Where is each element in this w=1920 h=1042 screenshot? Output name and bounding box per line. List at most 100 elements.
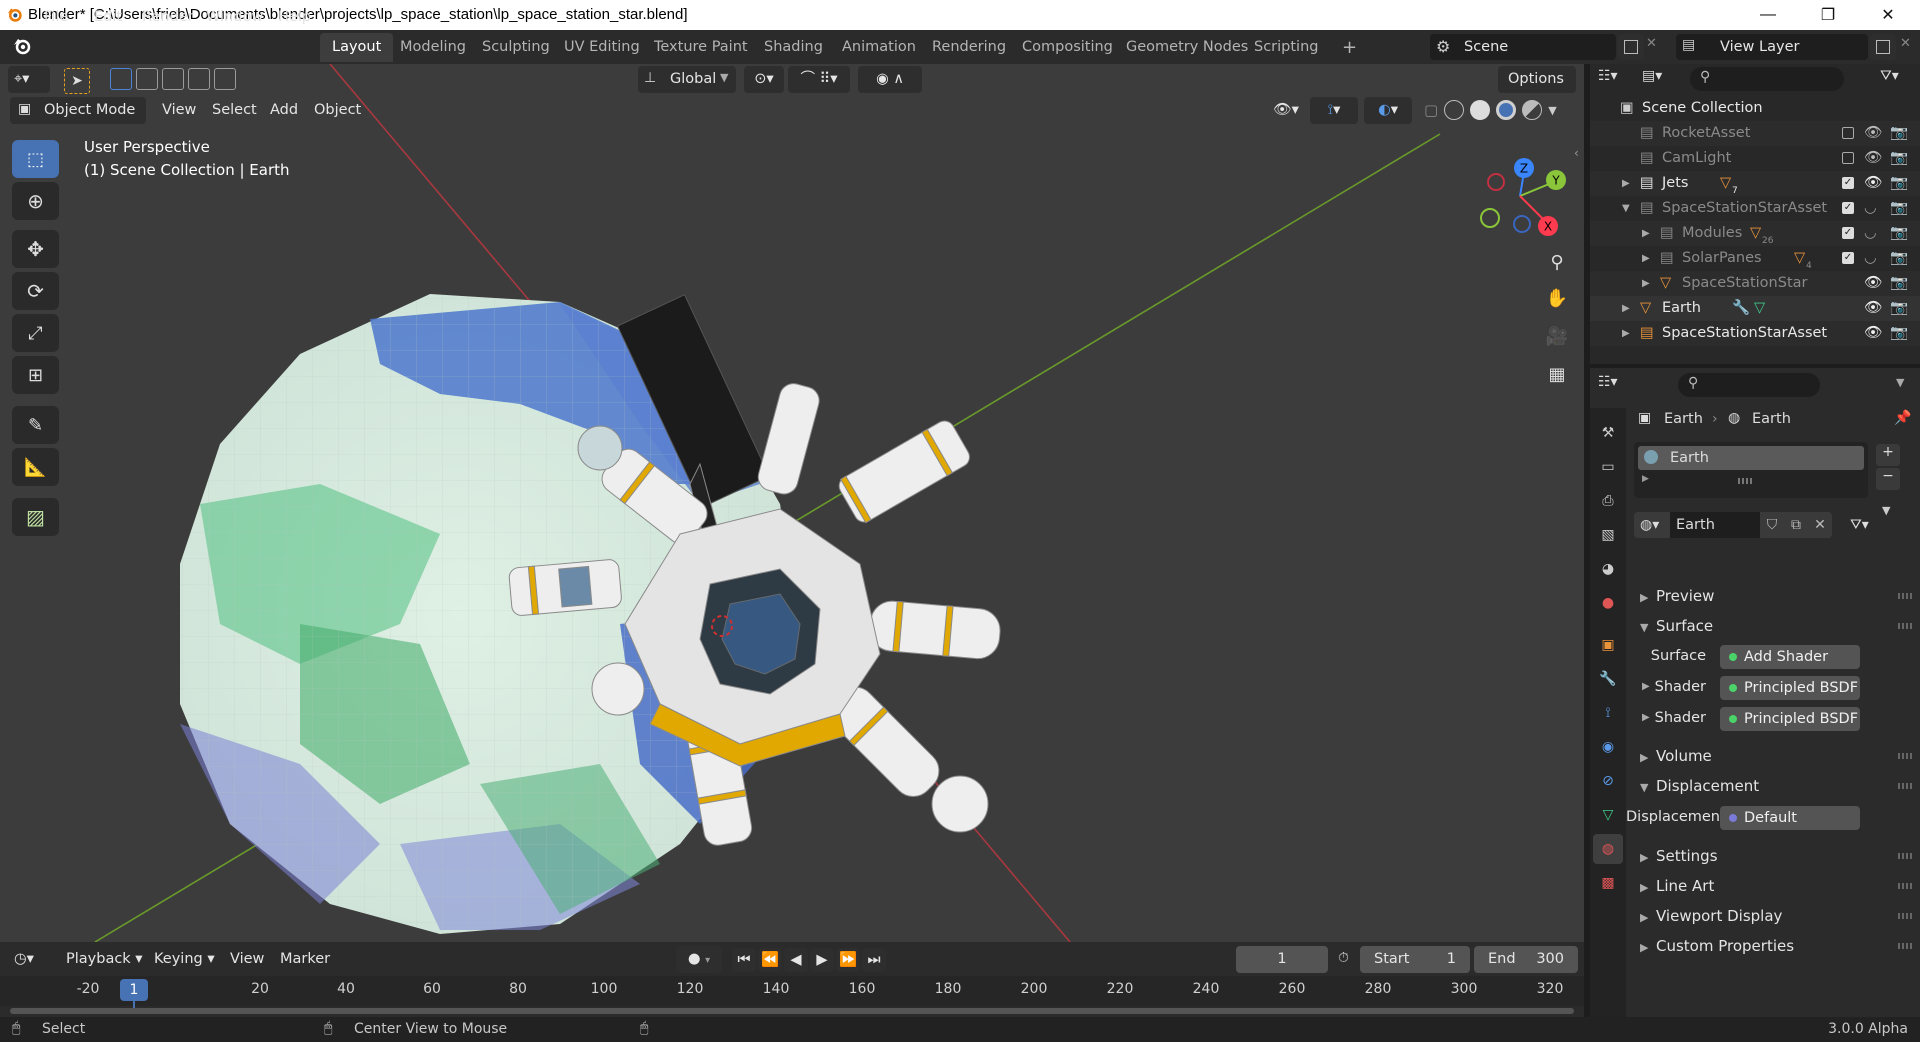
new-view-layer-button[interactable] — [1870, 34, 1896, 60]
end-frame-field[interactable]: End 300 — [1474, 946, 1578, 973]
sidebar-toggle-icon[interactable]: ‹ — [1574, 146, 1579, 160]
outliner-search-input[interactable]: ⚲ — [1690, 67, 1844, 91]
tab-uv-editing[interactable]: UV Editing — [552, 33, 652, 62]
fake-user-icon[interactable]: ⛉ — [1760, 512, 1784, 538]
timeline-menu-marker[interactable]: Marker — [280, 946, 330, 973]
selection-mode-group[interactable] — [110, 68, 236, 90]
zoom-button[interactable]: ⚲ — [1539, 244, 1575, 280]
timeline-scrollbar[interactable] — [10, 1008, 1574, 1014]
remove-slot-button[interactable]: − — [1876, 468, 1900, 490]
tab-layout[interactable]: Layout — [320, 33, 394, 62]
surface-shader-field[interactable]: Add Shader — [1720, 645, 1860, 669]
menu-window[interactable]: Window — [198, 5, 271, 29]
tab-rendering[interactable]: Rendering — [920, 33, 1018, 62]
editor-type-button[interactable]: ⌖▾ — [8, 66, 50, 93]
chevron-down-icon[interactable]: ▼ — [1896, 376, 1904, 389]
exclude-checkbox[interactable] — [1842, 152, 1854, 164]
outliner-row-rocketasset[interactable]: ▤ RocketAsset 👁 📷 — [1590, 121, 1920, 146]
move-tool[interactable]: ✥ — [12, 230, 59, 268]
select-subtract-icon[interactable] — [162, 68, 184, 90]
play-button[interactable]: ▶ — [810, 948, 834, 972]
expand-arrow-icon[interactable]: ▶ — [1642, 246, 1650, 271]
select-new-icon[interactable] — [110, 68, 132, 90]
tab-view-layer[interactable]: ▧ — [1593, 520, 1623, 550]
proportional-edit-toggle[interactable]: ◉ ∧ — [858, 66, 922, 93]
menu-file[interactable]: File — [36, 5, 76, 29]
options-dropdown[interactable]: Options — [1498, 66, 1576, 93]
eye-icon[interactable]: 👁 — [1864, 146, 1882, 171]
tab-geometry-nodes[interactable]: Geometry Nodes — [1114, 33, 1260, 62]
resize-grip-icon[interactable] — [1738, 478, 1752, 484]
outliner-row-solarpanes[interactable]: ▶ ▤ SolarPanes ▽ 4 ✓ ◡ 📷 — [1590, 246, 1920, 271]
tab-scripting[interactable]: Scripting — [1242, 33, 1330, 62]
exclude-checkbox[interactable] — [1842, 127, 1854, 139]
displacement-field[interactable]: Default — [1720, 806, 1860, 830]
menu-render[interactable]: Render — [134, 5, 202, 29]
tab-shading[interactable]: Shading — [752, 33, 835, 62]
timeline-menu-playback[interactable]: Playback ▾ — [66, 946, 143, 973]
menu-edit[interactable]: Edit — [86, 5, 130, 29]
exclude-checkbox[interactable]: ✓ — [1842, 227, 1854, 239]
tab-material[interactable]: ◍ — [1593, 834, 1623, 864]
shader-field-1[interactable]: Principled BSDF — [1720, 676, 1860, 700]
delete-scene-icon[interactable]: ✕ — [1646, 36, 1662, 58]
add-cube-tool[interactable]: ▨ — [12, 498, 59, 536]
close-button[interactable]: ✕ — [1860, 0, 1916, 30]
stopwatch-icon[interactable]: ⏱ — [1338, 950, 1349, 966]
tab-data[interactable]: ▽ — [1593, 800, 1623, 830]
scale-tool[interactable]: ⤢ — [12, 314, 59, 352]
tab-texture-paint[interactable]: Texture Paint — [642, 33, 760, 62]
eye-icon[interactable]: 👁 — [1864, 271, 1882, 296]
pan-button[interactable]: ✋ — [1539, 280, 1575, 316]
rotate-tool[interactable]: ⟳ — [12, 272, 59, 310]
solid-shading-icon[interactable] — [1470, 100, 1491, 120]
current-frame-field[interactable]: 1 — [1236, 946, 1328, 973]
delete-view-layer-icon[interactable]: ✕ — [1900, 36, 1916, 58]
menu-help[interactable]: Help — [270, 5, 319, 29]
properties-editor-type[interactable]: ☷▾ — [1598, 374, 1638, 398]
camera-icon[interactable]: 📷 — [1890, 146, 1908, 171]
cursor-tool[interactable]: ⊕ — [12, 182, 59, 220]
tab-object[interactable]: ▣ — [1593, 630, 1623, 660]
timeline-menu-view[interactable]: View — [230, 946, 264, 973]
select-intersect-icon[interactable] — [214, 68, 236, 90]
add-workspace-button[interactable]: + — [1330, 33, 1369, 62]
tab-world[interactable]: ● — [1593, 588, 1623, 618]
tab-compositing[interactable]: Compositing — [1010, 33, 1125, 62]
snap-toggle[interactable]: ⌒ ⠿▾ — [788, 66, 850, 93]
camera-icon[interactable]: 📷 — [1890, 321, 1908, 346]
exclude-checkbox[interactable]: ✓ — [1842, 177, 1854, 189]
play-reverse-button[interactable]: ◀ — [784, 948, 808, 972]
expand-arrow-icon[interactable]: ▶ — [1622, 171, 1630, 196]
navigation-gizmo[interactable]: Z Y X — [1470, 148, 1566, 244]
exclude-checkbox[interactable]: ✓ — [1842, 202, 1854, 214]
camera-icon[interactable]: 📷 — [1890, 171, 1908, 196]
camera-view-button[interactable]: 🎥 — [1539, 318, 1575, 354]
ortho-toggle-button[interactable]: ▦ — [1539, 356, 1575, 392]
playhead[interactable]: 1 — [120, 979, 148, 1001]
section-viewport-display[interactable]: ▶ Viewport Display — [1626, 902, 1920, 930]
camera-icon[interactable]: 📷 — [1890, 246, 1908, 271]
material-shading-icon[interactable] — [1496, 100, 1517, 120]
select-box-tool[interactable]: ⬚ — [12, 140, 59, 178]
tab-physics[interactable]: ◉ — [1593, 732, 1623, 762]
outliner-row-modules[interactable]: ▶ ▤ Modules ▽ 26 ✓ ◡ 📷 — [1590, 221, 1920, 246]
tab-modifiers[interactable]: 🔧 — [1593, 664, 1623, 694]
section-preview[interactable]: ▶ Preview — [1626, 582, 1920, 610]
pivot-point-dropdown[interactable]: ⊙▾ — [744, 66, 784, 93]
outliner-row-spacestationstar[interactable]: ▶ ▽ SpaceStationStar 👁 📷 — [1590, 271, 1920, 296]
eye-icon[interactable]: 👁 — [1864, 296, 1882, 321]
collapse-arrow-icon[interactable]: ▼ — [1622, 196, 1630, 221]
material-name-field[interactable]: Earth — [1670, 512, 1760, 538]
exclude-checkbox[interactable]: ✓ — [1842, 252, 1854, 264]
tab-render[interactable]: ▭ — [1593, 452, 1623, 482]
section-displacement[interactable]: ▼ Displacement — [1626, 772, 1920, 800]
camera-icon[interactable]: 📷 — [1890, 196, 1908, 221]
outliner-row-earth[interactable]: ▶ ▽ Earth 🔧 ▽ 👁 📷 — [1590, 296, 1920, 321]
transform-tool[interactable]: ⊞ — [12, 356, 59, 394]
expand-arrow-icon[interactable]: ▶ — [1642, 474, 1649, 484]
camera-icon[interactable]: 📷 — [1890, 121, 1908, 146]
select-tool-icon[interactable]: ➤ — [64, 68, 90, 94]
overlay-toggle[interactable]: ◐▾ — [1364, 97, 1412, 124]
viewport-menu-add[interactable]: Add — [270, 97, 298, 124]
